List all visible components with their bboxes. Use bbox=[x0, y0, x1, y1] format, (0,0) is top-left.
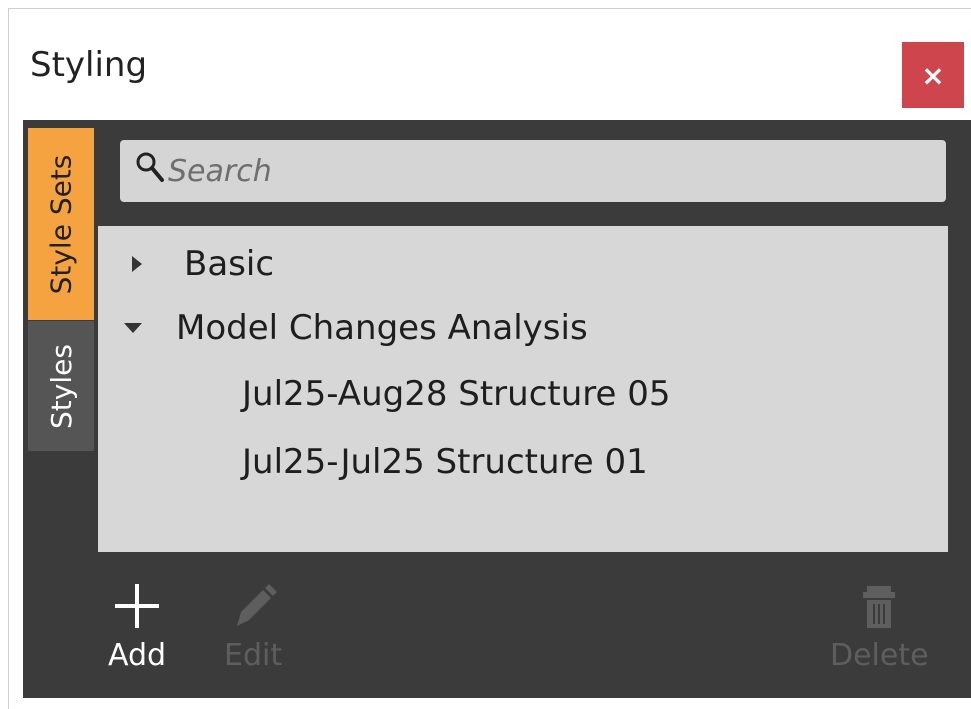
caret-down-icon[interactable] bbox=[124, 323, 142, 333]
caret-right-icon[interactable] bbox=[132, 256, 142, 272]
search-input[interactable] bbox=[168, 140, 928, 202]
tree-item-label: Jul25-Aug28 Structure 05 bbox=[242, 374, 671, 414]
tab-style-sets[interactable]: Style Sets bbox=[28, 128, 94, 320]
tree-item-model-changes-analysis[interactable]: Model Changes Analysis bbox=[122, 298, 588, 358]
tree-item-basic[interactable]: Basic bbox=[126, 234, 274, 294]
edit-button[interactable]: Edit bbox=[224, 580, 282, 673]
panel-title: Styling bbox=[30, 45, 148, 85]
style-set-tree: Basic Model Changes Analysis Jul25-Aug28… bbox=[98, 226, 948, 552]
edit-label: Edit bbox=[224, 638, 283, 673]
add-label: Add bbox=[108, 638, 167, 673]
tree-item-label: Basic bbox=[184, 244, 275, 284]
close-icon: × bbox=[921, 58, 945, 92]
search-icon bbox=[136, 152, 164, 182]
search-box[interactable] bbox=[120, 140, 946, 202]
tree-item-label: Model Changes Analysis bbox=[176, 308, 588, 348]
add-button[interactable]: Add bbox=[108, 580, 166, 673]
tree-item-jul25-jul25[interactable]: Jul25-Jul25 Structure 01 bbox=[242, 432, 648, 492]
tree-item-label: Jul25-Jul25 Structure 01 bbox=[242, 442, 648, 482]
edit-icon bbox=[237, 584, 278, 626]
delete-button[interactable]: Delete bbox=[830, 580, 929, 673]
tab-label: Styles bbox=[44, 343, 78, 429]
delete-label: Delete bbox=[830, 638, 929, 673]
tree-item-jul25-aug28[interactable]: Jul25-Aug28 Structure 05 bbox=[242, 364, 671, 424]
close-button[interactable]: × bbox=[902, 42, 964, 108]
tab-label: Style Sets bbox=[44, 154, 78, 294]
add-icon bbox=[115, 584, 160, 628]
tab-styles[interactable]: Styles bbox=[28, 321, 94, 451]
delete-icon bbox=[863, 586, 896, 628]
